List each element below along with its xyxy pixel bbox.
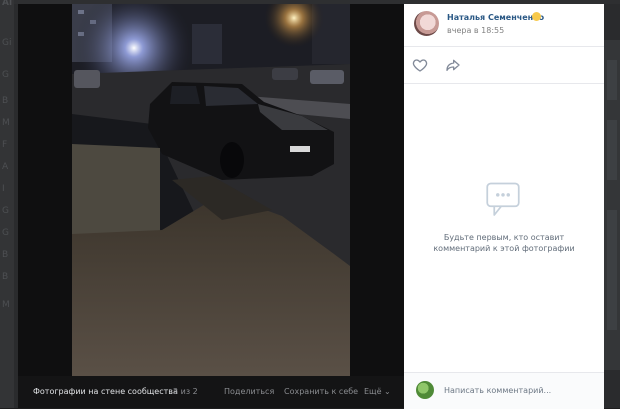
author-name-link[interactable]: Наталья Семенченко bbox=[447, 13, 544, 22]
background-right-column bbox=[604, 40, 620, 370]
share-link[interactable]: Поделиться bbox=[224, 387, 274, 396]
background-nav-stub: G bbox=[2, 70, 9, 80]
more-menu-button[interactable]: Ещё ⌄ bbox=[364, 387, 391, 396]
viewer-footer: Фотографии на стене сообщества 2 из 2 По… bbox=[18, 376, 404, 408]
background-nav-stub: G bbox=[2, 228, 9, 238]
author-header: Наталья Семенченко вчера в 18:55 bbox=[404, 4, 604, 47]
background-nav-stub: G bbox=[2, 206, 9, 216]
background-nav-stub: M bbox=[2, 118, 10, 128]
photo-viewer: Фотографии на стене сообщества 2 из 2 По… bbox=[18, 4, 604, 409]
night-street-photo bbox=[72, 4, 350, 376]
share-arrow-icon[interactable] bbox=[444, 57, 462, 73]
background-nav-stub: I bbox=[2, 184, 5, 194]
background-nav-stub: Gi bbox=[2, 38, 12, 48]
background-nav-stub: F bbox=[2, 140, 8, 150]
background-sidebar: Al Gi G B M F A I G G B B M bbox=[0, 0, 14, 408]
photo-side-panel: Наталья Семенченко вчера в 18:55 Будьте … bbox=[404, 4, 604, 409]
background-logo: Al bbox=[2, 0, 13, 8]
album-title-link[interactable]: Фотографии на стене сообщества bbox=[33, 387, 178, 396]
heart-icon[interactable] bbox=[412, 57, 428, 73]
post-time[interactable]: вчера в 18:55 bbox=[447, 26, 504, 35]
chat-bubble-icon bbox=[486, 182, 520, 216]
background-nav-stub: A bbox=[2, 162, 9, 172]
photo[interactable] bbox=[72, 4, 350, 376]
comment-bar bbox=[404, 372, 604, 409]
comment-input[interactable] bbox=[444, 383, 594, 397]
photo-actions bbox=[404, 47, 604, 84]
current-user-avatar bbox=[416, 381, 434, 399]
background-nav-stub: B bbox=[2, 250, 9, 260]
background-nav-stub: B bbox=[2, 96, 9, 106]
empty-comments-message: Будьте первым, кто оставит комментарий к… bbox=[433, 233, 575, 253]
smile-emoji-icon bbox=[532, 12, 541, 21]
background-nav-stub: B bbox=[2, 272, 9, 282]
author-avatar[interactable] bbox=[414, 11, 439, 36]
background-nav-stub: M bbox=[2, 300, 10, 310]
photo-counter: 2 из 2 bbox=[173, 387, 198, 396]
photo-stage[interactable] bbox=[18, 4, 404, 376]
save-to-profile-link[interactable]: Сохранить к себе bbox=[284, 387, 358, 396]
